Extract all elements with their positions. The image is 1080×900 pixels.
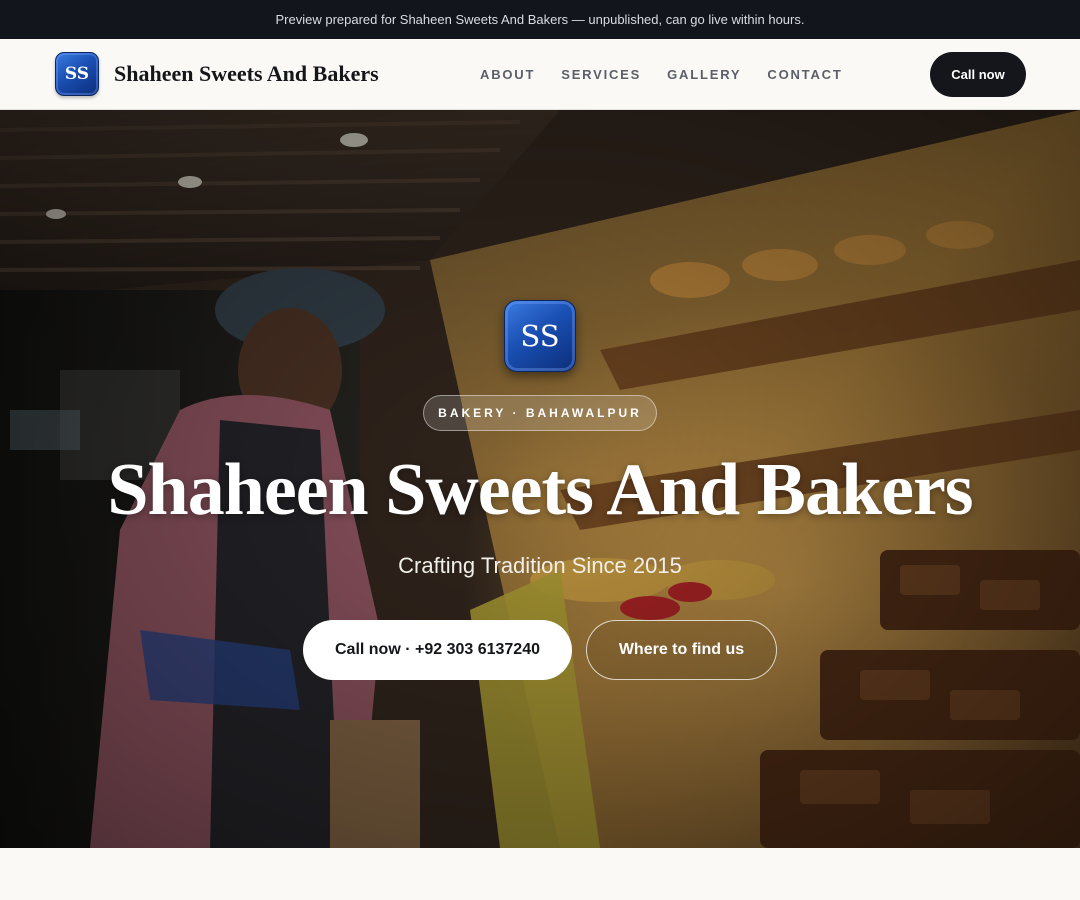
hero-call-button[interactable]: Call now · +92 303 6137240 [303, 620, 572, 680]
announcement-bar: Preview prepared for Shaheen Sweets And … [0, 0, 1080, 39]
logo-badge: SS [55, 52, 99, 96]
main-nav: ABOUT SERVICES GALLERY CONTACT [480, 39, 869, 109]
hero-find-us-button[interactable]: Where to find us [586, 620, 777, 680]
hero-content: SS BAKERY · BAHAWALPUR Shaheen Sweets An… [0, 110, 1080, 848]
announcement-text: Preview prepared for Shaheen Sweets And … [275, 12, 805, 27]
hero-subtitle: Crafting Tradition Since 2015 [398, 553, 682, 578]
hero-title: Shaheen Sweets And Bakers [107, 449, 973, 531]
nav-link-about[interactable]: ABOUT [480, 67, 535, 82]
nav-link-services[interactable]: SERVICES [561, 67, 641, 82]
site-header: SS Shaheen Sweets And Bakers ABOUT SERVI… [0, 39, 1080, 110]
hero-section: SS BAKERY · BAHAWALPUR Shaheen Sweets An… [0, 110, 1080, 848]
header-call-button[interactable]: Call now [930, 52, 1026, 97]
nav-link-gallery[interactable]: GALLERY [667, 67, 741, 82]
hero-logo-badge: SS [504, 300, 576, 372]
brand[interactable]: SS Shaheen Sweets And Bakers [55, 52, 379, 96]
brand-name: Shaheen Sweets And Bakers [114, 61, 379, 86]
nav-link-contact[interactable]: CONTACT [767, 67, 842, 82]
hero-category-tag: BAKERY · BAHAWALPUR [423, 395, 657, 431]
